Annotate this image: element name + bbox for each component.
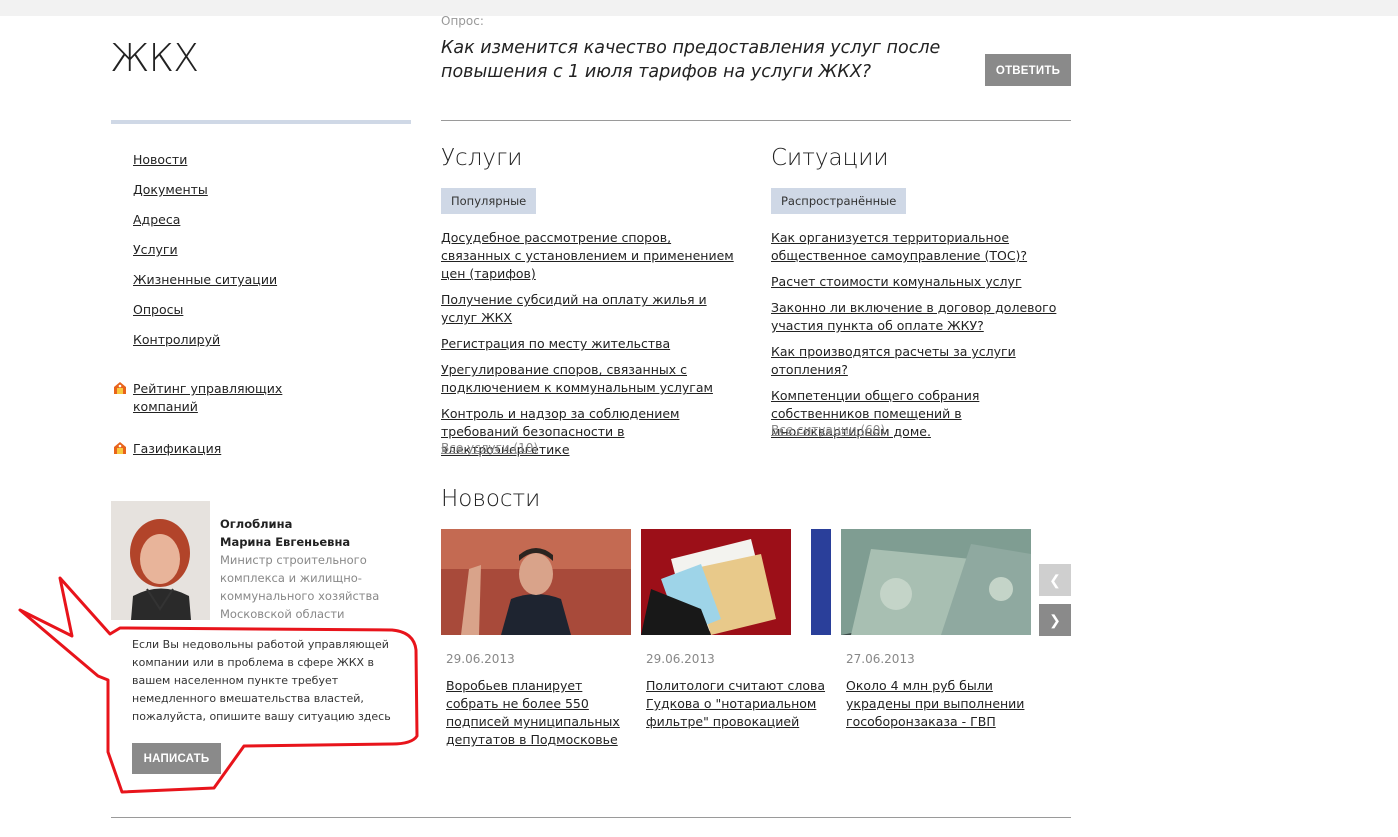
news-title-link[interactable]: Политологи считают слова Гудкова о "нота… [646,677,836,731]
service-link[interactable]: Досудебное рассмотрение споров, связанны… [441,230,734,281]
news-image[interactable] [641,529,831,635]
list-item: Досудебное рассмотрение споров, связанны… [441,229,741,283]
news-date: 29.06.2013 [446,652,515,666]
sidebar-item-services: Услуги [133,242,277,272]
situation-link[interactable]: Как организуется территориальное обществ… [771,230,1027,263]
sidebar-item-situations: Жизненные ситуации [133,272,277,302]
sidebar-item-news: Новости [133,152,277,182]
left-header-rule [111,120,411,124]
minister-photo [111,501,210,620]
situations-tag-common[interactable]: Распространённые [771,188,907,214]
gas-link-row: Газификация [113,440,303,458]
sidebar-link-addresses[interactable]: Адреса [133,212,180,227]
news-date: 29.06.2013 [646,652,715,666]
news-title-link[interactable]: Воробьев планирует собрать не более 550 … [446,677,636,749]
news-next-button[interactable]: ❯ [1039,604,1071,636]
news-title-link[interactable]: Около 4 млн руб были украдены при выполн… [846,677,1036,731]
appeal-text: Если Вы недовольны работой управляющей к… [132,638,391,723]
all-services-link[interactable]: Все услуги (10) [441,441,538,455]
services-tag-popular[interactable]: Популярные [441,188,537,214]
moscow-region-emblem-icon [114,382,126,394]
sidebar-item-addresses: Адреса [133,212,277,242]
service-link[interactable]: Получение субсидий на оплату жилья и усл… [441,292,707,325]
sidebar-link-polls[interactable]: Опросы [133,302,183,317]
list-item: Расчет стоимости комунальных услуг [771,273,1071,291]
sidebar-link-news[interactable]: Новости [133,152,187,167]
news-image[interactable] [441,529,631,635]
news-prev-button[interactable]: ❮ [1039,564,1071,596]
footer-divider [111,817,1071,818]
news-image[interactable] [841,529,1031,635]
news-photo-icon [641,529,831,635]
sidebar-link-control[interactable]: Контролируй [133,332,220,347]
rating-link-row: Рейтинг управляющих компаний [113,380,303,416]
moscow-region-emblem-icon [114,442,126,454]
poll-divider [441,120,1071,121]
situation-link[interactable]: Как производятся расчеты за услуги отопл… [771,344,1016,377]
service-link[interactable]: Урегулирование споров, связанных с подкл… [441,362,713,395]
page-title: ЖКХ [110,36,199,80]
top-strip [0,0,1398,16]
situation-link[interactable]: Расчет стоимости комунальных услуг [771,274,1022,289]
sidebar-link-situations[interactable]: Жизненные ситуации [133,272,277,287]
chevron-left-icon: ❮ [1049,572,1061,588]
sidebar-item-control: Контролируй [133,332,277,362]
write-button[interactable]: НАПИСАТЬ [132,743,221,774]
sidebar-link-documents[interactable]: Документы [133,182,208,197]
news-date: 27.06.2013 [846,652,915,666]
services-list: Досудебное рассмотрение споров, связанны… [441,229,741,467]
situations-heading: Ситуации [771,145,889,171]
list-item: Урегулирование споров, связанных с подкл… [441,361,741,397]
sidebar-item-documents: Документы [133,182,277,212]
rating-link[interactable]: Рейтинг управляющих компаний [133,380,303,416]
list-item: Законно ли включение в договор долевого … [771,299,1071,335]
news-photo-icon [441,529,631,635]
list-item: Как производятся расчеты за услуги отопл… [771,343,1071,379]
sidebar-item-polls: Опросы [133,302,277,332]
chevron-right-icon: ❯ [1049,612,1061,628]
sidebar-link-services[interactable]: Услуги [133,242,178,257]
service-link[interactable]: Регистрация по месту жительства [441,336,670,351]
services-heading: Услуги [441,145,523,171]
news-photo-icon [841,529,1031,635]
poll-question: Как изменится качество предоставления ус… [441,38,941,82]
sidebar-nav: Новости Документы Адреса Услуги Жизненны… [133,152,277,362]
list-item: Получение субсидий на оплату жилья и усл… [441,291,741,327]
list-item: Как организуется территориальное обществ… [771,229,1071,265]
minister-name: Оглоблина Марина Евгеньевна [220,515,410,551]
news-heading: Новости [441,486,541,512]
situations-list: Как организуется территориальное обществ… [771,229,1071,441]
poll-label: Опрос: [441,14,484,28]
all-situations-link[interactable]: Все ситуации (60) [771,423,885,437]
answer-button[interactable]: ОТВЕТИТЬ [985,54,1071,86]
minister-role: Министр строительного комплекса и жилищн… [220,553,380,621]
list-item: Регистрация по месту жительства [441,335,741,353]
situation-link[interactable]: Законно ли включение в договор долевого … [771,300,1056,333]
minister-portrait-icon [111,501,210,620]
gas-link[interactable]: Газификация [133,440,303,458]
minister-surname: Оглоблина [220,517,293,531]
minister-given-names: Марина Евгеньевна [220,535,351,549]
